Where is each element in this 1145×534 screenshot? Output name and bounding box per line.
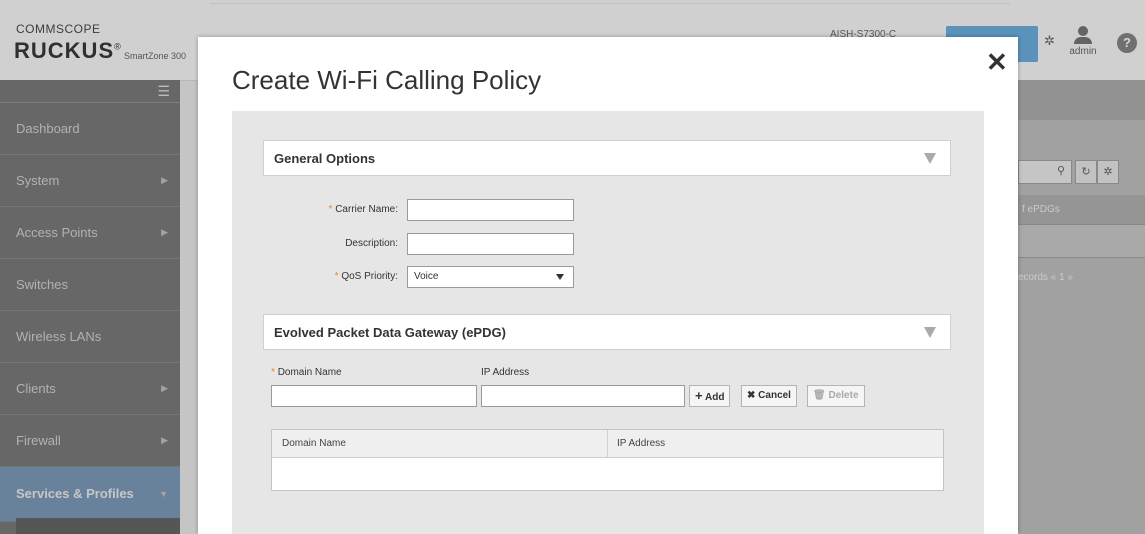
label-text: Domain Name bbox=[277, 367, 342, 378]
label-text: QoS Priority: bbox=[341, 271, 398, 282]
add-button[interactable]: + Add bbox=[689, 385, 731, 407]
trash-icon: 🗑 bbox=[813, 390, 826, 401]
section-title: General Options bbox=[274, 151, 376, 166]
dialog-title: Create Wi-Fi Calling Policy bbox=[232, 65, 542, 95]
carrier-name-field[interactable] bbox=[407, 199, 574, 221]
delete-button[interactable]: 🗑 Delete bbox=[807, 385, 865, 407]
close-icon[interactable]: ✕ bbox=[986, 49, 1008, 75]
domain-name-label: * Domain Name bbox=[271, 367, 342, 378]
required-marker: * bbox=[271, 367, 275, 378]
plus-icon: + bbox=[695, 388, 703, 403]
ip-address-field[interactable] bbox=[481, 385, 685, 407]
column-ip-address[interactable]: IP Address bbox=[617, 430, 665, 457]
select-value: Voice bbox=[414, 271, 439, 282]
domain-name-field[interactable] bbox=[271, 385, 477, 407]
column-domain-name[interactable]: Domain Name bbox=[282, 430, 346, 457]
epdg-table: Domain Name IP Address bbox=[271, 429, 944, 491]
form-panel: General Options * Carrier Name: Descript… bbox=[232, 111, 984, 534]
qos-priority-select[interactable]: Voice bbox=[407, 266, 574, 288]
description-field[interactable] bbox=[407, 233, 574, 255]
chevron-down-icon bbox=[924, 153, 936, 164]
column-divider bbox=[607, 430, 608, 457]
x-icon: ✖ bbox=[747, 390, 756, 401]
chevron-down-icon bbox=[924, 327, 936, 338]
description-label: Description: bbox=[345, 238, 398, 249]
ip-address-label: IP Address bbox=[481, 367, 530, 378]
create-wifi-calling-dialog: Create Wi-Fi Calling Policy ✕ General Op… bbox=[198, 37, 1018, 534]
label-text: Carrier Name: bbox=[335, 204, 398, 215]
section-title: Evolved Packet Data Gateway (ePDG) bbox=[274, 325, 506, 340]
carrier-name-label: * Carrier Name: bbox=[292, 204, 398, 215]
required-marker: * bbox=[328, 204, 333, 215]
caret-down-icon bbox=[556, 274, 564, 280]
epdg-header[interactable]: Evolved Packet Data Gateway (ePDG) bbox=[263, 314, 951, 350]
general-options-header[interactable]: General Options bbox=[263, 140, 951, 176]
cancel-button[interactable]: ✖ Cancel bbox=[741, 385, 797, 407]
qos-priority-label: * QoS Priority: bbox=[292, 271, 398, 282]
table-header: Domain Name IP Address bbox=[272, 430, 943, 458]
button-label: Cancel bbox=[758, 390, 791, 401]
button-label: Delete bbox=[828, 390, 859, 401]
required-marker: * bbox=[334, 271, 339, 282]
button-label: Add bbox=[705, 392, 725, 403]
